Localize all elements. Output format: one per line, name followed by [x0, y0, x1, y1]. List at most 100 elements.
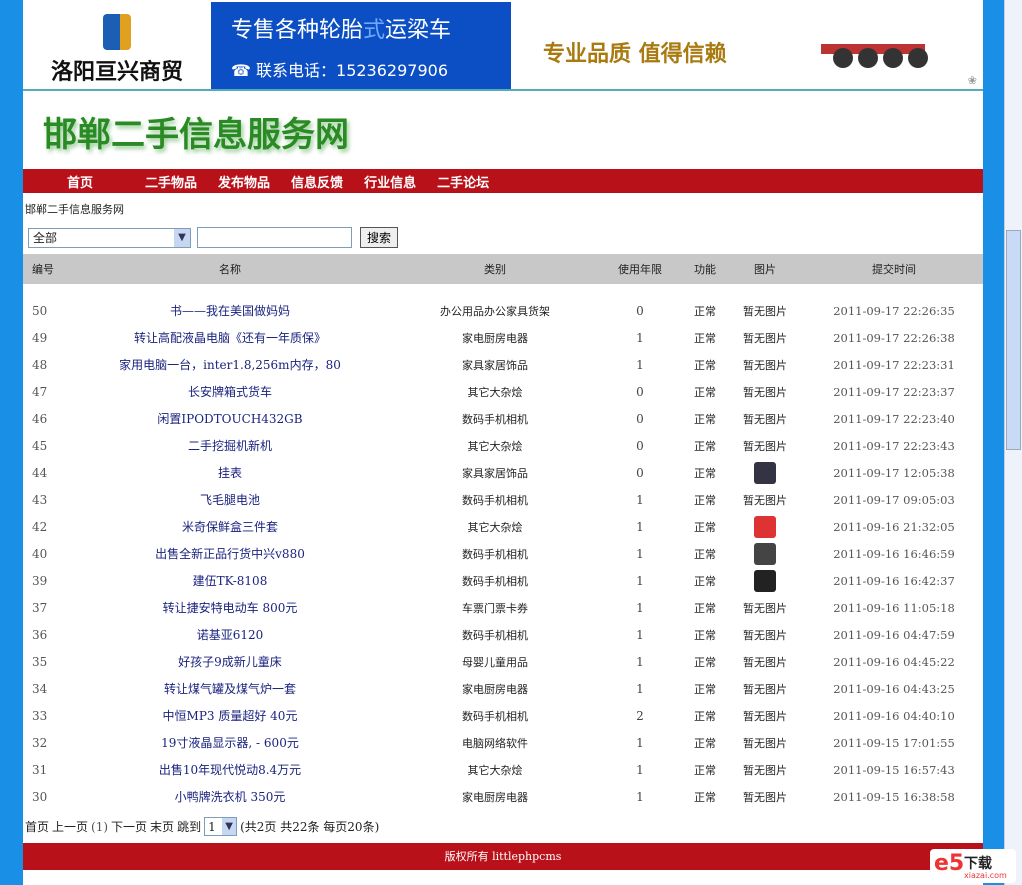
table-row: 45 二手挖掘机新机 其它大杂烩 0 正常 暂无图片 2011-09-17 22:23:43	[23, 432, 983, 459]
item-id: 31	[32, 762, 48, 777]
item-function: 正常	[694, 547, 716, 561]
item-name-link[interactable]: 转让煤气罐及煤气炉一套	[65, 680, 395, 697]
item-id: 33	[32, 708, 48, 723]
watermark-logo: e5 下载 xiazai.com	[930, 849, 1016, 883]
item-name-link[interactable]: 好孩子9成新儿童床	[65, 653, 395, 670]
category-select[interactable]: 全部 ▼	[28, 227, 191, 248]
item-category: 母婴儿童用品	[462, 655, 528, 669]
item-thumbnail[interactable]	[754, 542, 776, 565]
item-name-link[interactable]: 飞毛腿电池	[65, 491, 395, 508]
item-id: 49	[32, 330, 48, 345]
item-function: 正常	[694, 763, 716, 777]
item-years: 1	[636, 789, 644, 804]
table-row: 48 家用电脑一台，inter1.8,256m内存，80 家具家居饰品 1 正常 暂无图片…	[23, 351, 983, 378]
item-years: 1	[636, 600, 644, 615]
last-page-link[interactable]: 末页	[150, 818, 174, 835]
search-button[interactable]: 搜索	[360, 227, 399, 248]
truck-image	[821, 44, 928, 68]
nav-publish[interactable]: 发布物品	[218, 172, 270, 191]
item-name-link[interactable]: 建伍TK-8108	[65, 572, 395, 589]
item-years: 0	[636, 411, 644, 426]
table-row: 43 飞毛腿电池 数码手机相机 1 正常 暂无图片 2011-09-17 09:05:03	[23, 486, 983, 513]
item-picture: 暂无图片	[743, 763, 787, 777]
item-thumbnail[interactable]	[754, 569, 776, 592]
table-row: 46 闲置IPODTOUCH432GB 数码手机相机 0 正常 暂无图片 2011-09-1…	[23, 405, 983, 432]
item-name-link[interactable]: 米奇保鲜盒三件套	[65, 518, 395, 535]
item-picture: 暂无图片	[743, 655, 787, 669]
item-id: 44	[32, 465, 48, 480]
banner-ad[interactable]: 洛阳亘兴商贸 专售各种轮胎式运梁车 ☎ 联系电话：15236297906 专业品…	[23, 0, 983, 91]
item-years: 0	[636, 465, 644, 480]
table-row: 42 米奇保鲜盒三件套 其它大杂烩 1 正常 2011-09-16 21:32:05	[23, 513, 983, 540]
item-picture: 暂无图片	[743, 358, 787, 372]
item-picture: 暂无图片	[743, 709, 787, 723]
item-category: 家具家居饰品	[462, 358, 528, 372]
item-name-link[interactable]: 出售全新正品行货中兴v880	[65, 545, 395, 562]
item-name-link[interactable]: 转让捷安特电动车 800元	[65, 599, 395, 616]
nav-forum[interactable]: 二手论坛	[437, 172, 489, 191]
search-input[interactable]	[197, 227, 352, 248]
item-years: 1	[636, 573, 644, 588]
item-name-link[interactable]: 转让高配液晶电脑《还有一年质保》	[65, 329, 395, 346]
item-id: 37	[32, 600, 48, 615]
item-name-link[interactable]: 挂表	[65, 464, 395, 481]
item-time: 2011-09-16 16:42:37	[833, 573, 955, 588]
item-name-link[interactable]: 诺基亚6120	[65, 626, 395, 643]
item-time: 2011-09-15 16:38:58	[833, 789, 955, 804]
item-time: 2011-09-16 04:43:25	[833, 681, 955, 696]
ad-blue-panel: 专售各种轮胎式运梁车 ☎ 联系电话：15236297906	[211, 2, 511, 89]
item-name-link[interactable]: 出售10年现代悦动8.4万元	[65, 761, 395, 778]
item-name-link[interactable]: 二手挖掘机新机	[65, 437, 395, 454]
table-row: 49 转让高配液晶电脑《还有一年质保》 家电厨房电器 1 正常 暂无图片 2011-09-1…	[23, 324, 983, 351]
item-name-link[interactable]: 家用电脑一台，inter1.8,256m内存，80	[65, 356, 395, 373]
item-function: 正常	[694, 358, 716, 372]
item-id: 36	[32, 627, 48, 642]
item-picture	[725, 461, 805, 484]
item-category: 家电厨房电器	[462, 790, 528, 804]
item-id: 30	[32, 789, 48, 804]
item-name-link[interactable]: 19寸液晶显示器, - 600元	[65, 734, 395, 751]
scrollbar-thumb[interactable]	[1006, 230, 1021, 450]
item-name-link[interactable]: 小鸭牌洗衣机 350元	[65, 788, 395, 805]
next-page-link[interactable]: 下一页	[111, 818, 147, 835]
item-name-link[interactable]: 书——我在美国做妈妈	[65, 302, 395, 319]
item-name-link[interactable]: 中恒MP3 质量超好 40元	[65, 707, 395, 724]
nav-home[interactable]: 首页	[67, 172, 93, 191]
item-id: 50	[32, 303, 48, 318]
item-picture: 暂无图片	[743, 439, 787, 453]
table-row: 34 转让煤气罐及煤气炉一套 家电厨房电器 1 正常 暂无图片 2011-09-16 04:…	[23, 675, 983, 702]
item-picture	[725, 515, 805, 538]
prev-page-link[interactable]: 上一页	[52, 818, 88, 835]
item-picture: 暂无图片	[743, 601, 787, 615]
nav-industry[interactable]: 行业信息	[364, 172, 416, 191]
table-row: 40 出售全新正品行货中兴v880 数码手机相机 1 正常 2011-09-16 16:4…	[23, 540, 983, 567]
item-picture: 暂无图片	[743, 412, 787, 426]
item-id: 34	[32, 681, 48, 696]
item-picture: 暂无图片	[743, 790, 787, 804]
first-page-link[interactable]: 首页	[25, 818, 49, 835]
page-select[interactable]: 1 ▼	[204, 817, 238, 836]
item-category: 数码手机相机	[462, 628, 528, 642]
scrollbar[interactable]	[1004, 0, 1022, 885]
item-time: 2011-09-16 04:47:59	[833, 627, 955, 642]
ad-slogan: 专业品质 值得信赖	[543, 42, 727, 67]
item-picture: 暂无图片	[743, 331, 787, 345]
item-picture: 暂无图片	[743, 628, 787, 642]
table-row: 47 长安牌箱式货车 其它大杂烩 0 正常 暂无图片 2011-09-17 22:23:37	[23, 378, 983, 405]
item-years: 0	[636, 438, 644, 453]
item-years: 1	[636, 546, 644, 561]
chevron-down-icon: ▼	[174, 228, 190, 247]
item-category: 数码手机相机	[462, 574, 528, 588]
item-thumbnail[interactable]	[754, 515, 776, 538]
nav-feedback[interactable]: 信息反馈	[291, 172, 343, 191]
item-name-link[interactable]: 长安牌箱式货车	[65, 383, 395, 400]
item-thumbnail[interactable]	[754, 461, 776, 484]
item-name-link[interactable]: 闲置IPODTOUCH432GB	[65, 410, 395, 427]
table-row: 37 转让捷安特电动车 800元 车票门票卡券 1 正常 暂无图片 2011-09-16 1…	[23, 594, 983, 621]
item-function: 正常	[694, 574, 716, 588]
nav-secondhand[interactable]: 二手物品	[145, 172, 197, 191]
table-row: 39 建伍TK-8108 数码手机相机 1 正常 2011-09-16 16:42:37	[23, 567, 983, 594]
item-picture: 暂无图片	[743, 493, 787, 507]
item-function: 正常	[694, 304, 716, 318]
item-picture	[725, 569, 805, 592]
